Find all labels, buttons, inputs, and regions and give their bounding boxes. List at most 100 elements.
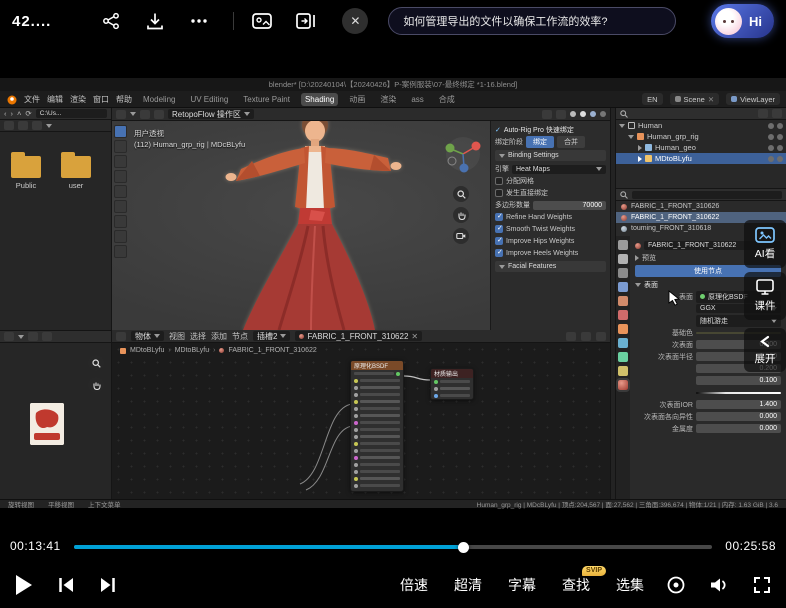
overlay-options-icon[interactable] <box>596 332 606 341</box>
workspace-tab-texturepaint[interactable]: Texture Paint <box>239 93 294 106</box>
render-visibility-icon[interactable] <box>777 123 783 129</box>
chevron-down-icon[interactable] <box>18 335 24 339</box>
expand-button[interactable]: 展开 <box>744 328 786 372</box>
workspace-tab-ass[interactable]: ass <box>407 93 427 106</box>
properties-tab-data[interactable] <box>618 366 628 376</box>
viewlayer-selector[interactable]: ViewLayer <box>726 93 780 105</box>
workspace-tab-uvediting[interactable]: UV Editing <box>186 93 232 106</box>
menu-help[interactable]: 帮助 <box>116 94 132 105</box>
properties-tab-world[interactable] <box>618 310 628 320</box>
checkbox-improve-heels[interactable] <box>495 249 503 257</box>
fullscreen-icon[interactable] <box>752 575 772 595</box>
outliner-row-mdtoblyfu[interactable]: MDtoBLyfu <box>616 153 786 164</box>
metallic-value[interactable]: 0.000 <box>696 424 781 433</box>
hide-eye-icon[interactable] <box>768 156 774 162</box>
tool-rotate[interactable] <box>114 170 127 183</box>
zoom-tool-icon[interactable] <box>88 355 104 371</box>
checkbox-refine-hand[interactable] <box>495 213 503 221</box>
screenshot-icon[interactable] <box>250 9 274 33</box>
editor-type-icon[interactable] <box>4 332 14 341</box>
pan-hand-icon[interactable] <box>453 207 469 223</box>
properties-tab-output[interactable] <box>618 268 628 278</box>
subsurface-ior-value[interactable]: 1.400 <box>696 400 781 409</box>
shading-solid-icon[interactable] <box>580 111 586 117</box>
properties-tab-modifiers[interactable] <box>618 338 628 348</box>
ai-question-input[interactable]: 如何管理导出的文件以确保工作流的效率? <box>388 7 676 35</box>
hand-tool-icon[interactable] <box>88 377 104 393</box>
engine-dropdown[interactable]: Heat Maps <box>512 165 606 174</box>
properties-tab-tool[interactable] <box>618 240 628 250</box>
sort-dropdown-icon[interactable] <box>46 124 52 128</box>
hide-eye-icon[interactable] <box>768 134 774 140</box>
search-in-video-button[interactable]: 查找 SVIP <box>562 575 590 595</box>
nav-forward-icon[interactable]: › <box>11 109 14 118</box>
tool-annotate[interactable] <box>114 215 127 228</box>
workspace-tab-animation[interactable]: 动画 <box>345 92 369 107</box>
scene-selector[interactable]: Scene✕ <box>670 93 720 105</box>
tool-cursor[interactable] <box>114 140 127 153</box>
shading-rendered-icon[interactable] <box>600 111 606 117</box>
close-icon[interactable]: ✕ <box>342 8 368 34</box>
tool-addcube[interactable] <box>114 245 127 258</box>
next-episode-button[interactable] <box>98 575 118 595</box>
properties-tab-physics[interactable] <box>618 352 628 362</box>
playback-speed-button[interactable]: 倍速 <box>400 575 428 595</box>
properties-tab-scene[interactable] <box>618 296 628 306</box>
new-collection-icon[interactable] <box>772 109 782 118</box>
filter-icon[interactable] <box>32 121 42 130</box>
play-button[interactable] <box>14 573 34 597</box>
hide-eye-icon[interactable] <box>768 145 774 151</box>
shading-wireframe-icon[interactable] <box>570 111 576 117</box>
merge-button[interactable]: 合并 <box>557 136 585 148</box>
display-thumbnails-icon[interactable] <box>4 121 14 130</box>
tool-move[interactable] <box>114 155 127 168</box>
display-list-icon[interactable] <box>18 121 28 130</box>
hide-eye-icon[interactable] <box>768 123 774 129</box>
checkbox-improve-hips[interactable] <box>495 237 503 245</box>
view-menu-icon[interactable] <box>42 332 52 341</box>
subtitles-button[interactable]: 字幕 <box>508 575 536 595</box>
principled-bsdf-node[interactable]: 原理化BSDF <box>350 360 404 492</box>
volume-icon[interactable] <box>708 575 730 595</box>
search-icon[interactable] <box>620 110 628 118</box>
material-slot-item[interactable]: FABRIC_1_FRONT_310626 <box>616 201 786 212</box>
polycount-field[interactable]: 70000 <box>533 201 606 210</box>
properties-tab-viewlayer[interactable] <box>618 282 628 292</box>
properties-tab-object[interactable] <box>618 324 628 334</box>
transform-orientation-icon[interactable] <box>154 110 164 119</box>
folder-item-public[interactable]: Public <box>4 156 48 190</box>
workspace-tab-compositing[interactable]: 合成 <box>435 92 459 107</box>
episodes-button[interactable]: 选集 <box>616 575 644 595</box>
shader-type-dropdown[interactable]: 物体 <box>131 331 164 341</box>
shader-editor[interactable]: 物体 视图 选择 添加 节点 插槽2 FABRIC_1_FRONT_310622… <box>112 330 610 499</box>
expand-caret-icon[interactable] <box>628 135 634 139</box>
workspace-tab-modeling[interactable]: Modeling <box>139 93 179 106</box>
material-output-node[interactable]: 材质输出 <box>430 368 474 400</box>
ai-watch-button[interactable]: AI看 <box>744 220 786 268</box>
render-visibility-icon[interactable] <box>777 145 783 151</box>
expand-caret-icon[interactable] <box>638 156 642 162</box>
download-icon[interactable] <box>143 9 167 33</box>
menu-window[interactable]: 窗口 <box>93 94 109 105</box>
retopoflow-menu[interactable]: RetopoFlow 操作区 <box>168 109 254 119</box>
share-icon[interactable] <box>99 9 123 33</box>
courseware-button[interactable]: 课件 <box>744 272 786 320</box>
outliner-row-geo[interactable]: Human_geo <box>616 142 786 153</box>
editor-type-icon[interactable] <box>116 110 126 119</box>
nav-up-icon[interactable]: ˄ <box>17 109 21 118</box>
zoom-gizmo-icon[interactable] <box>453 186 469 202</box>
mode-dropdown-icon[interactable] <box>130 112 136 116</box>
slot-dropdown[interactable]: 插槽2 <box>253 331 290 341</box>
workspace-tab-shading[interactable]: Shading <box>301 93 338 106</box>
texture-thumbnail[interactable] <box>30 403 64 445</box>
proportional-edit-icon[interactable] <box>556 110 566 119</box>
navigation-gizmo[interactable] <box>443 134 483 174</box>
expand-caret-icon[interactable] <box>638 145 642 151</box>
binding-settings-section[interactable]: Binding Settings <box>495 150 606 161</box>
material-datablock-field[interactable]: FABRIC_1_FRONT_310622✕ <box>295 331 422 341</box>
search-icon[interactable] <box>620 191 628 199</box>
menu-render[interactable]: 渲染 <box>70 94 86 105</box>
shader-menu-node[interactable]: 节点 <box>232 331 248 342</box>
snap-icon[interactable] <box>581 332 591 341</box>
editor-type-icon[interactable] <box>116 332 126 341</box>
